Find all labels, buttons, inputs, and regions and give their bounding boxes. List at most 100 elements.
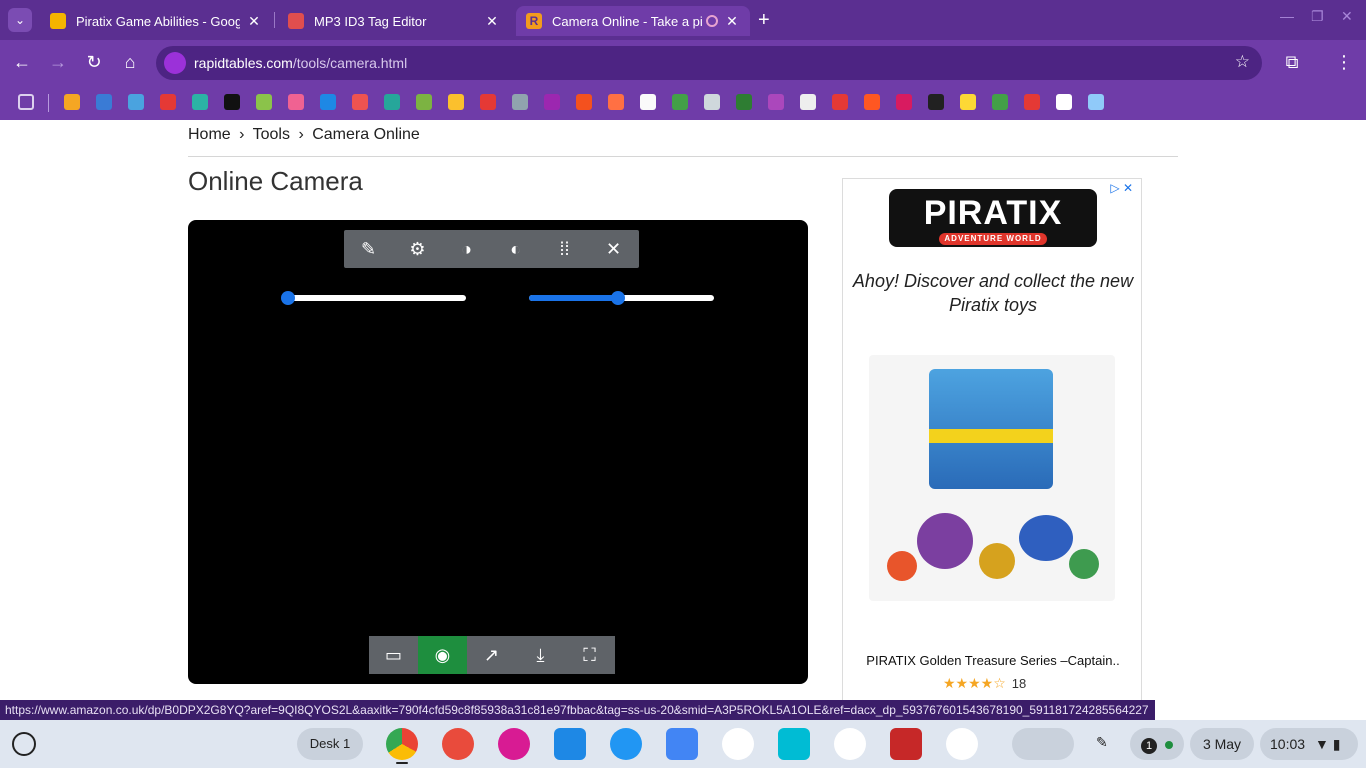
camera-icon[interactable]: ◉ [418, 636, 467, 674]
bookmark-icon[interactable] [544, 94, 560, 110]
bookmark-icon[interactable] [576, 94, 592, 110]
ad-choices-icon[interactable]: ▷ ✕ [1110, 181, 1133, 195]
minimize-icon[interactable]: — [1280, 8, 1294, 24]
new-tab-button[interactable]: + [758, 9, 770, 32]
bookmark-icon[interactable] [1088, 94, 1104, 110]
bookmark-icon[interactable] [672, 94, 688, 110]
bookmark-icon[interactable] [128, 94, 144, 110]
bookmark-icon[interactable] [768, 94, 784, 110]
tab-title: Piratix Game Abilities - Google [76, 13, 240, 29]
app-icon[interactable] [946, 728, 978, 760]
tab-camera-online[interactable]: R Camera Online - Take a pict ✕ [516, 6, 750, 36]
bookmark-icon[interactable] [480, 94, 496, 110]
youtube-icon[interactable] [160, 94, 176, 110]
reload-icon[interactable]: ↻ [82, 52, 106, 73]
slider-knob[interactable] [281, 291, 295, 305]
bookmark-icon[interactable] [960, 94, 976, 110]
extensions-icon[interactable]: ⧉ [1280, 52, 1304, 73]
bookmark-icon[interactable] [384, 94, 400, 110]
tab-title: MP3 ID3 Tag Editor [314, 13, 427, 29]
date-display[interactable]: 3 May [1190, 728, 1254, 760]
bookmark-icon[interactable] [1024, 94, 1040, 110]
download-icon[interactable]: ⤓ [516, 636, 565, 674]
tab-mp3-editor[interactable]: MP3 ID3 Tag Editor ✕ [278, 6, 510, 36]
bookmark-icon[interactable] [864, 94, 880, 110]
bookmark-icon[interactable] [704, 94, 720, 110]
m-app-icon[interactable] [778, 728, 810, 760]
bookmark-icon[interactable] [1056, 94, 1072, 110]
bookmark-icon[interactable] [320, 94, 336, 110]
tab-search-button[interactable]: ⌄ [8, 8, 32, 32]
pen-icon[interactable]: ✎ [1096, 734, 1108, 751]
bookmark-icon[interactable] [256, 94, 272, 110]
left-slider[interactable] [281, 291, 466, 305]
apps-grid-icon[interactable] [18, 94, 34, 110]
bookmark-icon[interactable] [192, 94, 208, 110]
bookmark-icon[interactable] [224, 94, 240, 110]
product-title[interactable]: PIRATIX Golden Treasure Series –Captain.… [843, 653, 1143, 668]
files-icon[interactable] [554, 728, 586, 760]
bookmark-icon[interactable] [448, 94, 464, 110]
grid-icon[interactable]: ⁞⁞ [540, 230, 589, 268]
product-rating: ★★★★☆ 18 [943, 675, 1026, 692]
bookmark-icon[interactable] [64, 94, 80, 110]
home-icon[interactable]: ⌂ [118, 52, 142, 73]
sticky-notes-icon[interactable] [498, 728, 530, 760]
snowflake-app-icon[interactable] [722, 728, 754, 760]
toy-figure [1019, 515, 1073, 561]
bookmark-icon[interactable] [896, 94, 912, 110]
status-dot [1164, 741, 1173, 749]
system-tray[interactable]: 10:03 ▼ ▮ [1260, 728, 1358, 760]
bookmark-icon[interactable] [992, 94, 1008, 110]
duolingo-icon[interactable] [416, 94, 432, 110]
bookmark-icon[interactable] [608, 94, 624, 110]
advertisement[interactable]: ▷ ✕ PIRATIX ADVENTURE WORLD Ahoy! Discov… [842, 178, 1142, 708]
bookmark-icon[interactable] [352, 94, 368, 110]
product-image[interactable] [869, 355, 1115, 601]
bookmark-icon[interactable] [288, 94, 304, 110]
bookmark-icon[interactable] [832, 94, 848, 110]
tasks-icon[interactable] [834, 728, 866, 760]
forward-icon[interactable]: → [46, 52, 70, 73]
bookmark-icon[interactable] [96, 94, 112, 110]
menu-icon[interactable]: ⋮ [1332, 52, 1356, 73]
slider-knob[interactable] [610, 291, 625, 305]
send-icon[interactable] [610, 728, 642, 760]
holding-space[interactable] [1012, 728, 1074, 760]
back-icon[interactable]: ← [10, 52, 34, 73]
bookmark-star-icon[interactable]: ☆ [1235, 52, 1250, 72]
bookmark-icon[interactable] [800, 94, 816, 110]
close-icon[interactable]: ✕ [246, 13, 262, 30]
tab-piratix-abilities[interactable]: Piratix Game Abilities - Google ✕ [40, 6, 272, 36]
launcher-icon[interactable] [12, 732, 36, 756]
maximize-icon[interactable]: ❐ [1311, 8, 1324, 25]
contrast-icon[interactable]: ◑ [442, 230, 491, 268]
close-icon[interactable]: ✕ [724, 13, 740, 30]
camera-viewport: ✎ ⚙ ◑ ◐ ⁞⁞ ✕ ▭ ◉ ↗ ⤓ ⛶ [188, 220, 808, 684]
bookmark-icon[interactable] [736, 94, 752, 110]
fullscreen-icon[interactable]: ⛶ [565, 636, 614, 674]
bookmark-icon[interactable] [640, 94, 656, 110]
recording-icon [706, 15, 718, 27]
right-slider[interactable] [529, 291, 714, 305]
close-icon[interactable]: ✕ [589, 230, 638, 268]
bookmark-icon[interactable] [512, 94, 528, 110]
app-icon[interactable] [890, 728, 922, 760]
site-info-icon[interactable] [164, 52, 186, 74]
address-bar[interactable]: rapidtables.com/tools/camera.html ☆ [156, 46, 1262, 80]
close-window-icon[interactable]: ✕ [1341, 8, 1353, 25]
close-icon[interactable]: ✕ [484, 13, 500, 30]
color-picker-icon[interactable]: ✎ [344, 230, 393, 268]
s-app-icon[interactable] [666, 728, 698, 760]
gear-icon[interactable]: ⚙ [393, 230, 442, 268]
notification-tray[interactable]: 1 [1130, 728, 1184, 760]
breadcrumb-tools[interactable]: Tools [253, 126, 290, 143]
bookmark-icon[interactable] [928, 94, 944, 110]
paint-icon[interactable] [442, 728, 474, 760]
desk-button[interactable]: Desk 1 [297, 728, 363, 760]
video-camera-icon[interactable]: ▭ [369, 636, 418, 674]
share-icon[interactable]: ↗ [467, 636, 516, 674]
breadcrumb-home[interactable]: Home [188, 126, 231, 143]
brightness-icon[interactable]: ◐ [491, 230, 540, 268]
chrome-icon[interactable] [386, 728, 418, 760]
